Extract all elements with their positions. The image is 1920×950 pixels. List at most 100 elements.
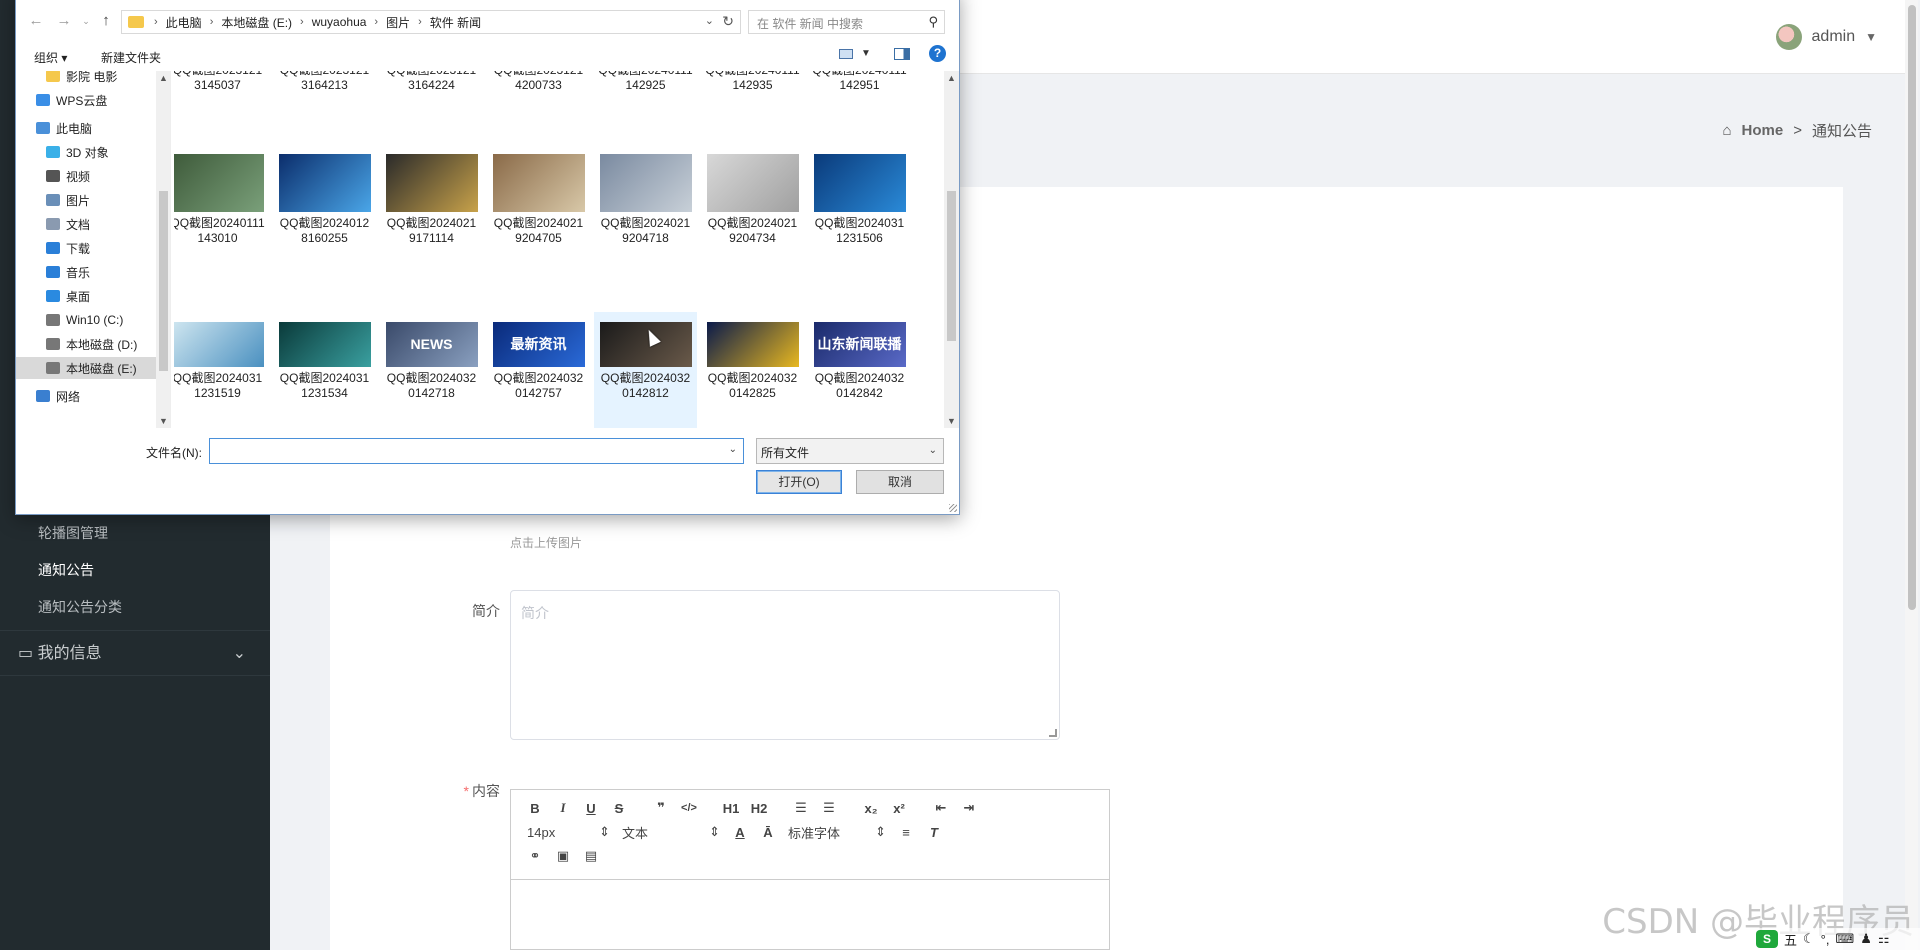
scroll-down-icon[interactable]: ▼ bbox=[159, 416, 168, 426]
menu-group-my-info[interactable]: ▭ 我的信息 ⌄ bbox=[0, 630, 270, 676]
recent-dropdown-icon[interactable]: ⌄ bbox=[76, 16, 96, 27]
nav-item[interactable]: 3D 对象 bbox=[46, 141, 109, 163]
bullet-list-icon[interactable]: ☰ bbox=[815, 797, 843, 819]
forward-arrow-icon[interactable]: → bbox=[54, 12, 74, 29]
page-scrollbar-thumb[interactable] bbox=[1908, 5, 1916, 610]
file-item[interactable]: QQ截图20240111142951 bbox=[808, 71, 911, 93]
resize-grip-icon[interactable] bbox=[949, 504, 957, 512]
scroll-down-icon[interactable]: ▼ bbox=[947, 416, 956, 426]
preview-pane-icon[interactable] bbox=[894, 48, 910, 60]
cancel-button[interactable]: 取消 bbox=[856, 470, 944, 494]
address-crumb[interactable]: 软件 新闻 bbox=[430, 14, 481, 31]
address-bar[interactable]: › 此电脑 › 本地磁盘 (E:) › wuyaohua › 图片 › 软件 新… bbox=[121, 10, 741, 34]
file-item[interactable]: NEWS QQ截图20240320142718 bbox=[380, 312, 483, 428]
subscript-button[interactable]: x₂ bbox=[857, 797, 885, 819]
italic-button[interactable]: I bbox=[549, 797, 577, 819]
file-scrollbar-thumb[interactable] bbox=[947, 191, 956, 341]
address-crumb[interactable]: 此电脑 bbox=[166, 14, 202, 31]
resize-grip-icon[interactable] bbox=[1049, 729, 1057, 737]
keyboard-icon[interactable]: ⌨ bbox=[1835, 931, 1854, 947]
file-item[interactable]: QQ截图20240219171114 bbox=[380, 154, 483, 297]
ordered-list-icon[interactable]: ☰ bbox=[787, 797, 815, 819]
file-item[interactable]: QQ截图20240219204734 bbox=[701, 154, 804, 297]
address-crumb[interactable]: wuyaohua bbox=[312, 15, 367, 29]
file-item[interactable]: QQ截图20240311231519 bbox=[174, 312, 269, 428]
chevron-down-icon[interactable]: ▼ bbox=[861, 48, 871, 59]
nav-item[interactable]: Win10 (C:) bbox=[46, 309, 123, 331]
scroll-up-icon[interactable]: ▲ bbox=[159, 73, 168, 83]
refresh-icon[interactable]: ↻ bbox=[722, 13, 734, 30]
scroll-up-icon[interactable]: ▲ bbox=[947, 73, 956, 83]
file-item[interactable]: QQ截图20240128160255 bbox=[273, 154, 376, 297]
align-icon[interactable]: ≡ bbox=[892, 821, 920, 843]
file-item[interactable]: QQ截图20240219204705 bbox=[487, 154, 590, 297]
nav-item[interactable]: 下载 bbox=[46, 237, 90, 259]
filename-input[interactable]: ⌄ bbox=[209, 438, 744, 464]
nav-item[interactable]: 本地磁盘 (E:) bbox=[16, 357, 156, 379]
nav-item[interactable]: 影院 电影 bbox=[46, 71, 117, 87]
nav-scrollbar-thumb[interactable] bbox=[159, 191, 168, 371]
back-arrow-icon[interactable]: ← bbox=[26, 12, 46, 29]
image-icon[interactable]: ▣ bbox=[549, 845, 577, 867]
code-block-button[interactable]: </> bbox=[675, 797, 703, 819]
moon-icon[interactable]: ☾ bbox=[1803, 931, 1815, 947]
file-item[interactable]: QQ截图20240311231534 bbox=[273, 312, 376, 428]
h1-button[interactable]: H1 bbox=[717, 797, 745, 819]
up-arrow-icon[interactable]: ↑ bbox=[96, 12, 116, 29]
summary-textarea[interactable]: 简介 bbox=[510, 590, 1060, 740]
page-scrollbar[interactable] bbox=[1905, 0, 1918, 950]
file-item[interactable]: QQ截图20231213145037 bbox=[174, 71, 269, 93]
indent-icon[interactable]: ⇥ bbox=[955, 797, 983, 819]
file-item[interactable]: QQ截图20240320142812 bbox=[594, 312, 697, 428]
nav-item[interactable]: 桌面 bbox=[46, 285, 90, 307]
file-item[interactable]: QQ截图20240311231506 bbox=[808, 154, 911, 297]
file-scrollbar[interactable]: ▲ ▼ bbox=[944, 71, 959, 428]
chevron-down-icon[interactable]: ⌄ bbox=[705, 14, 714, 27]
file-item[interactable]: QQ截图20231214200733 bbox=[487, 71, 590, 93]
file-item[interactable]: QQ截图20240219204718 bbox=[594, 154, 697, 297]
nav-item[interactable]: 音乐 bbox=[46, 261, 90, 283]
link-icon[interactable]: ⚭ bbox=[521, 845, 549, 867]
nav-scrollbar[interactable]: ▲ ▼ bbox=[156, 71, 170, 428]
nav-item[interactable]: 本地磁盘 (D:) bbox=[46, 333, 137, 355]
open-button[interactable]: 打开(O) bbox=[756, 470, 842, 494]
nav-item[interactable]: 此电脑 bbox=[36, 117, 92, 139]
chevron-down-icon[interactable]: ⌄ bbox=[729, 444, 737, 455]
help-icon[interactable]: ? bbox=[929, 45, 946, 62]
clear-format-icon[interactable]: T bbox=[920, 821, 948, 843]
menu-item-carousel[interactable]: 轮播图管理 bbox=[0, 515, 270, 552]
file-item[interactable]: 山东新闻联播 QQ截图20240320142842 bbox=[808, 312, 911, 428]
user-icon[interactable]: ♟ bbox=[1860, 931, 1872, 947]
user-menu[interactable]: admin ▼ bbox=[1775, 24, 1877, 50]
address-crumb[interactable]: 图片 bbox=[386, 14, 410, 31]
outdent-icon[interactable]: ⇤ bbox=[927, 797, 955, 819]
ime-mode[interactable]: 五 bbox=[1784, 930, 1797, 949]
file-item[interactable]: QQ截图20231213164224 bbox=[380, 71, 483, 93]
grid-icon[interactable]: ⚏ bbox=[1878, 931, 1890, 947]
nav-item[interactable]: 图片 bbox=[46, 189, 90, 211]
font-color-icon[interactable]: A bbox=[726, 821, 754, 843]
close-icon[interactable]: ✕ bbox=[938, 0, 951, 4]
h2-button[interactable]: H2 bbox=[745, 797, 773, 819]
view-mode-icon[interactable] bbox=[839, 49, 853, 59]
font-family-select[interactable]: 标准字体 ⇕ bbox=[782, 821, 892, 843]
menu-item-notice[interactable]: 通知公告 bbox=[0, 552, 270, 589]
file-item[interactable]: QQ截图20231213164213 bbox=[273, 71, 376, 93]
font-size-select[interactable]: 14px ⇕ bbox=[521, 821, 616, 843]
nav-item[interactable]: WPS云盘 bbox=[36, 89, 107, 111]
organize-button[interactable]: 组织 ▾ bbox=[34, 49, 67, 66]
search-input[interactable]: 在 软件 新闻 中搜索 ⚲ bbox=[748, 10, 945, 34]
ime-toolbar[interactable]: S 五 ☾ °, ⌨ ♟ ⚏ bbox=[1752, 928, 1920, 950]
filetype-select[interactable]: 所有文件 ⌄ bbox=[756, 438, 944, 464]
bold-button[interactable]: B bbox=[521, 797, 549, 819]
file-item[interactable]: QQ截图20240111142935 bbox=[701, 71, 804, 93]
nav-item[interactable]: 网络 bbox=[36, 385, 80, 407]
menu-item-notice-category[interactable]: 通知公告分类 bbox=[0, 589, 270, 626]
heading-select[interactable]: 文本 ⇕ bbox=[616, 821, 726, 843]
nav-item[interactable]: 文档 bbox=[46, 213, 90, 235]
underline-button[interactable]: U bbox=[577, 797, 605, 819]
file-item[interactable]: QQ截图20240111143010 bbox=[174, 154, 269, 297]
superscript-button[interactable]: x² bbox=[885, 797, 913, 819]
blockquote-button[interactable]: ❞ bbox=[647, 797, 675, 819]
file-item[interactable]: QQ截图20240320142825 bbox=[701, 312, 804, 428]
